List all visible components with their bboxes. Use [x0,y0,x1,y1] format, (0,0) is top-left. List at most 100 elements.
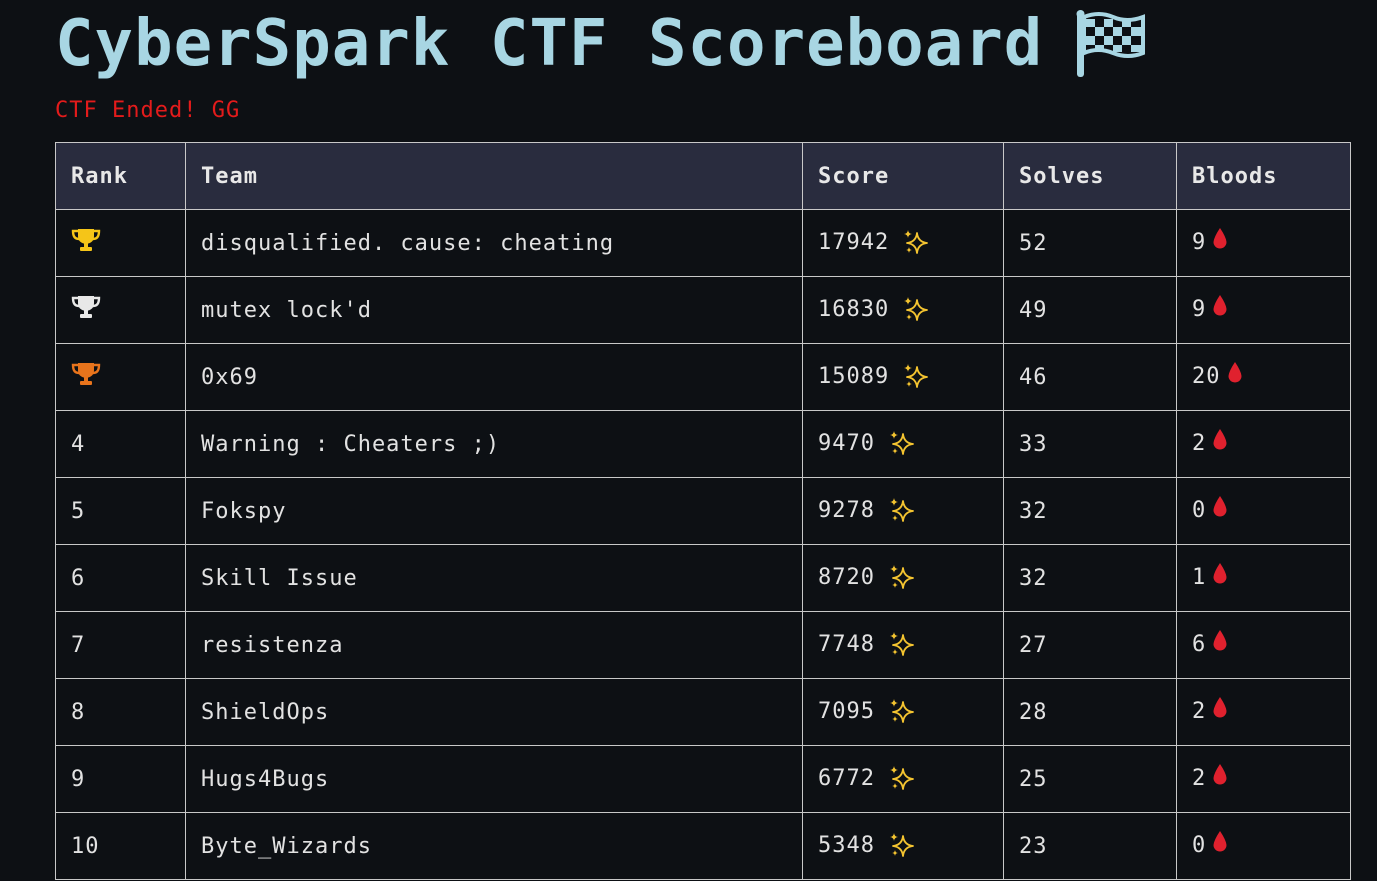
bloods-cell: 9 [1176,276,1351,344]
silver-trophy-icon [71,294,101,326]
bloods-cell: 2 [1176,745,1351,813]
team-name: ShieldOps [185,678,803,746]
solves-value: 33 [1003,410,1177,478]
bloods-value: 9 [1192,297,1207,322]
sparkles-icon [889,832,915,864]
solves-value: 32 [1003,544,1177,612]
bloods-value: 2 [1192,431,1207,456]
bloods-value: 1 [1192,565,1207,590]
table-row: 5 Fokspy 9278 32 0 [55,477,1351,545]
rank-cell: 6 [55,544,186,612]
rank-cell: 5 [55,477,186,545]
score-cell: 16830 [802,276,1004,344]
score-value: 7095 [818,699,875,724]
bloods-cell: 6 [1176,611,1351,679]
table-row: disqualified. cause: cheating 17942 52 9 [55,209,1351,277]
solves-value: 23 [1003,812,1177,880]
bloods-value: 2 [1192,699,1207,724]
solves-value: 49 [1003,276,1177,344]
sparkles-icon [889,698,915,730]
bloods-cell: 2 [1176,678,1351,746]
score-value: 15089 [818,364,890,389]
score-value: 9470 [818,431,875,456]
rank-cell: 9 [55,745,186,813]
sparkles-icon [889,497,915,529]
blood-drop-icon [1212,428,1228,458]
column-header-bloods: Bloods [1176,142,1351,210]
rank-cell [55,343,186,411]
solves-value: 52 [1003,209,1177,277]
blood-drop-icon [1212,830,1228,860]
table-row: 4 Warning : Cheaters ;) 9470 33 2 [55,410,1351,478]
table-row: mutex lock'd 16830 49 9 [55,276,1351,344]
solves-value: 25 [1003,745,1177,813]
sparkles-icon [889,631,915,663]
score-value: 6772 [818,766,875,791]
bloods-cell: 0 [1176,477,1351,545]
blood-drop-icon [1212,696,1228,726]
score-value: 17942 [818,230,890,255]
team-name: 0x69 [185,343,803,411]
score-value: 16830 [818,297,890,322]
team-name: mutex lock'd [185,276,803,344]
rank-cell [55,209,186,277]
sparkles-icon [889,430,915,462]
score-cell: 17942 [802,209,1004,277]
page-title-text: CyberSpark CTF Scoreboard [55,7,1044,81]
bloods-cell: 9 [1176,209,1351,277]
score-value: 8720 [818,565,875,590]
sparkles-icon [889,564,915,596]
score-cell: 7095 [802,678,1004,746]
blood-drop-icon [1212,562,1228,592]
blood-drop-icon [1212,629,1228,659]
column-header-score: Score [802,142,1004,210]
rank-value: 4 [71,431,86,457]
score-value: 9278 [818,498,875,523]
blood-drop-icon [1212,763,1228,793]
header-row: Rank Team Score Solves Bloods [55,142,1351,210]
rank-cell: 4 [55,410,186,478]
rank-cell: 10 [55,812,186,880]
team-name: Warning : Cheaters ;) [185,410,803,478]
score-cell: 9470 [802,410,1004,478]
sparkles-icon [903,296,929,328]
table-row: 7 resistenza 7748 27 6 [55,611,1351,679]
table-row: 10 Byte_Wizards 5348 23 0 [55,812,1351,880]
scoreboard-body: disqualified. cause: cheating 17942 52 9 mut… [55,209,1351,880]
column-header-team: Team [185,142,803,210]
blood-drop-icon [1212,294,1228,324]
table-row: 0x69 15089 46 20 [55,343,1351,411]
rank-cell [55,276,186,344]
scoreboard-table: Rank Team Score Solves Bloods disqualifi… [55,142,1351,880]
table-row: 8 ShieldOps 7095 28 2 [55,678,1351,746]
bloods-value: 6 [1192,632,1207,657]
score-value: 5348 [818,833,875,858]
score-cell: 9278 [802,477,1004,545]
score-value: 7748 [818,632,875,657]
solves-value: 28 [1003,678,1177,746]
bloods-value: 20 [1192,364,1221,389]
scoreboard-header: Rank Team Score Solves Bloods [55,142,1351,210]
bloods-cell: 2 [1176,410,1351,478]
sparkles-icon [903,363,929,395]
team-name: Skill Issue [185,544,803,612]
page-title: CyberSpark CTF Scoreboard [55,2,1146,86]
team-name: resistenza [185,611,803,679]
team-name: Hugs4Bugs [185,745,803,813]
bronze-trophy-icon [71,361,101,393]
sparkles-icon [903,229,929,261]
rank-value: 9 [71,766,86,792]
score-cell: 5348 [802,812,1004,880]
blood-drop-icon [1212,227,1228,257]
table-row: 9 Hugs4Bugs 6772 25 2 [55,745,1351,813]
gold-trophy-icon [71,227,101,259]
team-name: disqualified. cause: cheating [185,209,803,277]
team-name: Byte_Wizards [185,812,803,880]
score-cell: 8720 [802,544,1004,612]
rank-value: 8 [71,699,86,725]
ctf-status-message: CTF Ended! GG [55,98,241,123]
table-row: 6 Skill Issue 8720 32 1 [55,544,1351,612]
blood-drop-icon [1227,361,1243,391]
bloods-value: 9 [1192,230,1207,255]
solves-value: 46 [1003,343,1177,411]
